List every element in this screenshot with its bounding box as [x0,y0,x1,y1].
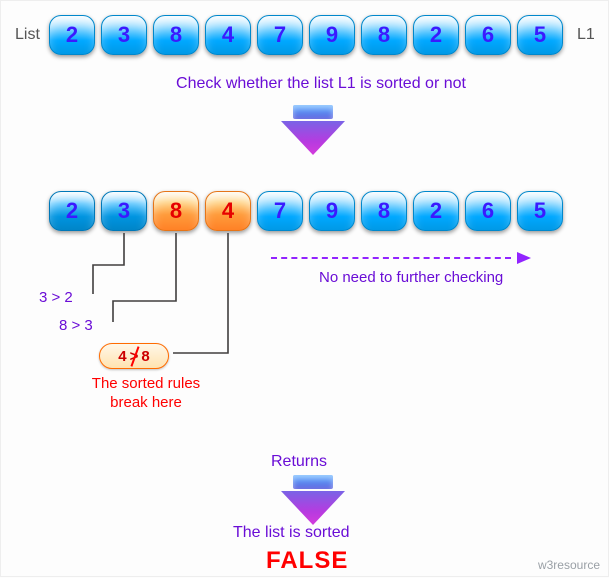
arrow-down-1 [281,105,345,155]
badge-4-not-gt-8: 4 > 8 [99,343,169,369]
row1-cell-9: 5 [517,15,563,55]
row1-cell-7: 2 [413,15,459,55]
row2-cell-9: 5 [517,191,563,231]
row2-val-6: 8 [378,198,390,224]
label-no-need: No need to further checking [319,269,503,286]
row1-cell-8: 6 [465,15,511,55]
row1-val-0: 2 [66,22,78,48]
row2-cell-0: 2 [49,191,95,231]
badge-op-strike: > [130,348,139,365]
row1-cell-3: 4 [205,15,251,55]
row1-val-6: 8 [378,22,390,48]
label-l1: L1 [577,26,595,44]
row2-val-3: 4 [222,198,234,224]
row2-cell-8: 6 [465,191,511,231]
row1-val-9: 5 [534,22,546,48]
arrow-down-2 [281,475,345,525]
row1-cell-1: 3 [101,15,147,55]
row2-val-0: 2 [66,198,78,224]
row1-val-7: 2 [430,22,442,48]
label-false: FALSE [266,547,348,575]
row2-val-4: 7 [274,198,286,224]
row2-cell-7: 2 [413,191,459,231]
row1-cell-6: 8 [361,15,407,55]
row1-val-3: 4 [222,22,234,48]
row1-val-5: 9 [326,22,338,48]
row1-cell-0: 2 [49,15,95,55]
row2-cell-3: 4 [205,191,251,231]
row1-cell-5: 9 [309,15,355,55]
row2-val-7: 2 [430,198,442,224]
diagram-stage: List L1 2 3 8 4 7 9 8 2 6 5 Check whethe… [1,1,609,578]
label-returns: Returns [271,453,327,471]
row2-val-5: 9 [326,198,338,224]
row2-cell-1: 3 [101,191,147,231]
label-is-sorted: The list is sorted [233,524,349,542]
watermark: w3resource [538,558,600,572]
row2-val-2: 8 [170,198,182,224]
label-list: List [15,26,40,44]
row2-cell-6: 8 [361,191,407,231]
row1-val-8: 6 [482,22,494,48]
row2-val-8: 6 [482,198,494,224]
caption-check-sorted: Check whether the list L1 is sorted or n… [161,75,481,93]
badge-right: 8 [141,348,149,365]
label-break-rules: The sorted rules break here [71,375,221,413]
row2-val-9: 5 [534,198,546,224]
row1-val-2: 8 [170,22,182,48]
row2-cell-5: 9 [309,191,355,231]
badge-op: > [130,348,139,365]
row1-val-1: 3 [118,22,130,48]
row2-val-1: 3 [118,198,130,224]
row2-cell-4: 7 [257,191,303,231]
row1-cell-2: 8 [153,15,199,55]
row1-val-4: 7 [274,22,286,48]
dashed-arrow [271,252,531,264]
check-3gt2: 3 > 2 [39,289,73,306]
badge-left: 4 [118,348,126,365]
row1-cell-4: 7 [257,15,303,55]
row2-cell-2: 8 [153,191,199,231]
check-8gt3: 8 > 3 [59,317,93,334]
